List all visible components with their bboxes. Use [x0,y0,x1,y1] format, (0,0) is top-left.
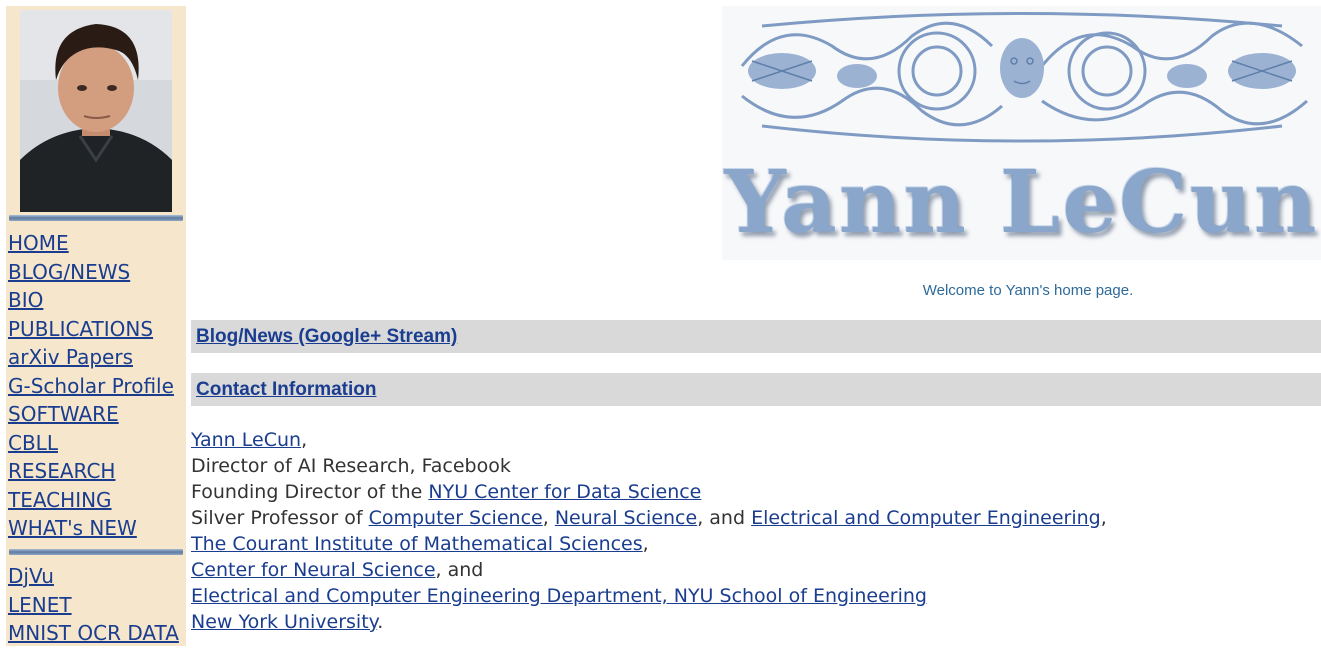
nav-link-arxiv[interactable]: arXiv Papers [8,345,133,369]
contact-line-role3: Silver Professor of Computer Science, Ne… [191,505,1107,531]
nav-link-cbll[interactable]: CBLL [8,431,58,455]
contact-information-link[interactable]: Contact Information [196,379,377,401]
nav-link-blog-news[interactable]: BLOG/NEWS [8,260,130,284]
blog-news-link[interactable]: Blog/News (Google+ Stream) [196,326,457,348]
contact-line-name: Yann LeCun, [191,427,1107,453]
cns-suffix: , and [435,559,484,581]
nav-link-teaching[interactable]: TEACHING [8,488,112,512]
role2-prefix: Founding Director of the [191,481,429,503]
courant-institute-link[interactable]: The Courant Institute of Mathematical Sc… [191,533,643,555]
nav-link-bio[interactable]: BIO [8,288,43,312]
nav-link-gscholar[interactable]: G-Scholar Profile [8,374,174,398]
nav-item-cbll[interactable]: CBLL [8,429,174,458]
nav-link-whats-new[interactable]: WHAT's NEW [8,516,137,540]
ece-link[interactable]: Electrical and Computer Engineering [751,507,1101,529]
section-bar-contact: Contact Information [191,373,1321,406]
role3-prefix: Silver Professor of [191,507,369,529]
nav-link-software[interactable]: SOFTWARE [8,402,119,426]
nyu-data-science-link[interactable]: NYU Center for Data Science [428,481,701,503]
sidebar-divider [9,549,183,555]
punctuation: , [301,429,308,451]
nav-item-whats-new[interactable]: WHAT's NEW [8,514,174,543]
nav-link-publications[interactable]: PUBLICATIONS [8,317,153,341]
punctuation: , [642,533,649,555]
separator: , [542,507,555,529]
nav-item-gscholar[interactable]: G-Scholar Profile [8,372,174,401]
nav-item-home[interactable]: HOME [8,229,174,258]
nav-link-research[interactable]: RESEARCH [8,459,115,483]
welcome-message: Welcome to Yann's home page. [922,282,1134,299]
nav-item-software[interactable]: SOFTWARE [8,400,174,429]
nav-item-mnist[interactable]: MNIST OCR DATA [8,619,179,648]
ornament-engraving [740,12,1308,143]
site-title: Yann LeCun [724,152,1319,253]
sidebar: HOME BLOG/NEWS BIO PUBLICATIONS arXiv Pa… [6,6,186,646]
sidebar-divider [9,215,183,221]
ece-department-link[interactable]: Electrical and Computer Engineering Depa… [191,585,927,607]
contact-line-role1: Director of AI Research, Facebook [191,453,1107,479]
punctuation: , [1100,507,1107,529]
name-link[interactable]: Yann LeCun [191,429,301,451]
nav-link-home[interactable]: HOME [8,231,69,255]
contact-line-nyu: New York University. [191,609,1107,635]
nav-item-blog-news[interactable]: BLOG/NEWS [8,258,174,287]
main-nav: HOME BLOG/NEWS BIO PUBLICATIONS arXiv Pa… [8,229,174,543]
contact-line-ece-dept: Electrical and Computer Engineering Depa… [191,583,1107,609]
nav-link-mnist[interactable]: MNIST OCR DATA [8,621,179,645]
nav-link-lenet[interactable]: LENET [8,593,72,617]
contact-line-courant: The Courant Institute of Mathematical Sc… [191,531,1107,557]
nav-item-research[interactable]: RESEARCH [8,457,174,486]
nav-link-djvu[interactable]: DjVu [8,564,54,588]
nav-item-arxiv[interactable]: arXiv Papers [8,343,174,372]
nav-item-publications[interactable]: PUBLICATIONS [8,315,174,344]
role-facebook: Director of AI Research, Facebook [191,455,511,477]
secondary-nav: DjVu LENET MNIST OCR DATA [8,562,179,648]
contact-line-cns: Center for Neural Science, and [191,557,1107,583]
punctuation: . [377,611,384,633]
nav-item-djvu[interactable]: DjVu [8,562,179,591]
conjunction: , and [697,507,752,529]
contact-details: Yann LeCun, Director of AI Research, Fac… [191,427,1107,635]
computer-science-link[interactable]: Computer Science [369,507,543,529]
neural-science-link[interactable]: Neural Science [555,507,697,529]
header-banner: Yann LeCun [722,6,1321,260]
contact-line-role2: Founding Director of the NYU Center for … [191,479,1107,505]
nav-item-bio[interactable]: BIO [8,286,174,315]
section-bar-blog: Blog/News (Google+ Stream) [191,320,1321,353]
nav-item-lenet[interactable]: LENET [8,591,179,620]
center-neural-science-link[interactable]: Center for Neural Science [191,559,436,581]
nav-item-teaching[interactable]: TEACHING [8,486,174,515]
profile-photo [20,10,172,212]
nyu-link[interactable]: New York University [191,611,377,633]
